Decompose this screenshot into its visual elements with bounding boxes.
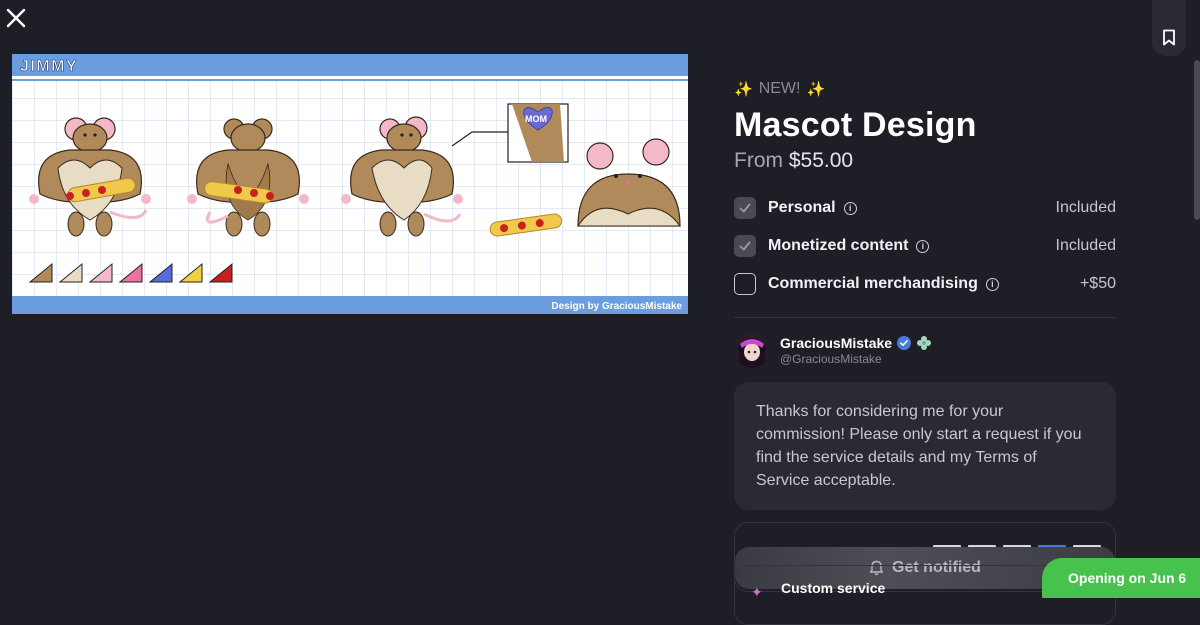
verified-icon	[897, 335, 912, 350]
avatar[interactable]	[734, 332, 770, 368]
price-value: $55.00	[788, 149, 854, 172]
service-artwork[interactable]: JIMMY Design by GraciousMistake MOM	[12, 54, 688, 314]
custom-service-title: Custom service	[781, 580, 886, 596]
service-details-panel: ✨ NEW! ✨ Mascot Design From $55.00 Perso…	[734, 78, 1116, 592]
option-monetized-content: Monetized content i Included	[734, 227, 1116, 265]
tattoo-heart-text: MOM	[525, 114, 547, 124]
option-personal: Personal i Included	[734, 189, 1116, 227]
close-button[interactable]	[4, 6, 28, 30]
bookmark-button[interactable]	[1152, 0, 1186, 56]
option-value: Included	[1055, 237, 1117, 254]
artist-name: GraciousMistake	[780, 334, 893, 351]
option-value: Included	[1055, 199, 1117, 216]
check-icon	[739, 241, 751, 251]
info-icon[interactable]: i	[916, 239, 930, 253]
option-value: +$50	[1079, 275, 1116, 292]
artist-handle: @GraciousMistake	[780, 351, 882, 366]
option-commercial-merchandising: Commercial merchandising i +$50	[734, 265, 1116, 303]
close-icon	[6, 8, 26, 28]
bookmark-icon	[1163, 29, 1175, 46]
artwork-credit: Design by GraciousMistake	[551, 301, 682, 312]
flower-badge-icon	[917, 335, 932, 350]
divider	[734, 317, 1116, 318]
sparkle-icon: ✨	[806, 81, 826, 98]
artist-message: Thanks for considering me for your commi…	[734, 382, 1116, 510]
option-label: Commercial merchandising	[768, 275, 978, 292]
artwork-header-label: JIMMY	[20, 58, 78, 75]
option-label: Monetized content	[768, 237, 909, 254]
commercial-merchandising-checkbox[interactable]	[734, 273, 756, 295]
personal-checkbox[interactable]	[734, 197, 756, 219]
price-prefix: From	[734, 149, 783, 172]
new-badge-label: NEW!	[758, 80, 801, 97]
artist-profile[interactable]: GraciousMistake @GraciousMistake	[734, 332, 1116, 368]
service-title: Mascot Design	[734, 106, 977, 144]
info-icon[interactable]: i	[843, 201, 857, 215]
opening-date-label: Opening on Jun 6	[1068, 570, 1187, 586]
monetized-content-checkbox[interactable]	[734, 235, 756, 257]
check-icon	[739, 203, 751, 213]
service-price: From $55.00	[734, 149, 1116, 173]
option-label: Personal	[768, 199, 836, 216]
opening-date-badge[interactable]: Opening on Jun 6	[1042, 558, 1200, 598]
info-icon[interactable]: i	[985, 277, 999, 291]
scrollbar[interactable]	[1194, 60, 1200, 220]
new-badge: ✨ NEW! ✨	[734, 78, 1116, 100]
sparkle-icon: ✨	[734, 81, 753, 98]
usage-options: Personal i Included Monetized content i …	[734, 189, 1116, 303]
